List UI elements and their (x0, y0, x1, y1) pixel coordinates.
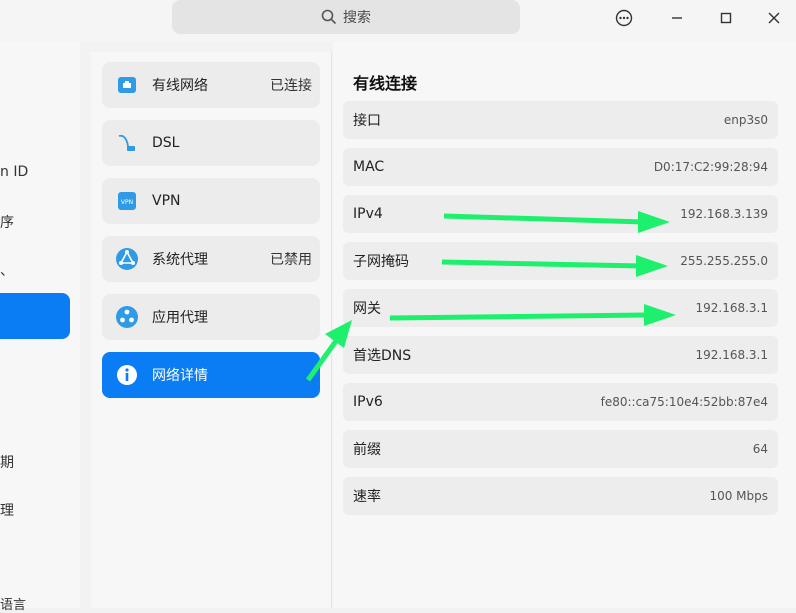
detail-key: IPv4 (353, 206, 383, 222)
wired-network-icon (114, 72, 140, 98)
minimize-icon (672, 17, 682, 19)
detail-key: 接口 (353, 113, 381, 129)
detail-key: 子网掩码 (353, 254, 409, 270)
detail-key: 速率 (353, 489, 381, 505)
sidebar-item-power[interactable]: 理 (0, 500, 14, 520)
detail-value: D0:17:C2:99:28:94 (653, 160, 768, 174)
menu-item-label: 网络详情 (152, 368, 208, 384)
menu-item-label: DSL (152, 135, 180, 151)
menu-item-label: 应用代理 (152, 310, 208, 326)
detail-row-gateway: 网关 192.168.3.1 (343, 289, 778, 327)
menu-item-app-proxy[interactable]: 应用代理 (102, 294, 320, 340)
close-button[interactable] (760, 6, 788, 30)
title-bar: 搜索 (0, 0, 796, 42)
maximize-icon (720, 12, 732, 24)
detail-key: IPv6 (353, 394, 383, 410)
sidebar-item-apps[interactable]: 序 (0, 212, 14, 232)
network-details-panel: 有线连接 接口 enp3s0 MAC D0:17:C2:99:28:94 IPv… (333, 42, 796, 608)
status-text: 已连接 (270, 78, 312, 94)
menu-item-network-details[interactable]: 网络详情 (102, 352, 320, 398)
menu-item-label: 有线网络 (152, 78, 208, 94)
detail-row-speed: 速率 100 Mbps (343, 477, 778, 515)
menu-button[interactable] (610, 6, 638, 30)
menu-item-label: 系统代理 (152, 252, 208, 268)
status-text: 已禁用 (270, 252, 312, 268)
app-proxy-icon (114, 304, 140, 330)
detail-value: 192.168.3.1 (695, 348, 768, 362)
sidebar-item-datetime[interactable]: 期 (0, 452, 14, 472)
detail-key: 首选DNS (353, 348, 412, 364)
details-title: 有线连接 (353, 74, 418, 93)
sidebar-item-language[interactable]: 语言 (0, 594, 26, 613)
network-menu: 有线网络 已连接 DSL VPN VPN 系统代理 已禁用 应用代理 网络详情 (91, 52, 332, 608)
detail-value: 255.255.255.0 (680, 254, 768, 268)
detail-key: 前缀 (353, 442, 381, 458)
menu-item-system-proxy[interactable]: 系统代理 已禁用 (102, 236, 320, 282)
system-proxy-icon (114, 246, 140, 272)
detail-row-subnet-mask: 子网掩码 255.255.255.0 (343, 242, 778, 280)
detail-value: 192.168.3.1 (695, 301, 768, 315)
detail-row-prefix: 前缀 64 (343, 430, 778, 468)
menu-item-vpn[interactable]: VPN VPN (102, 178, 320, 224)
info-icon (114, 362, 140, 388)
dsl-icon (114, 130, 140, 156)
menu-item-label: VPN (152, 193, 181, 209)
sidebar-item-union-id[interactable]: n ID (0, 164, 28, 180)
search-icon (321, 9, 337, 25)
settings-sidebar: n ID 序 、 期 理 语言 (0, 42, 80, 613)
detail-key: MAC (353, 159, 385, 175)
menu-item-dsl[interactable]: DSL (102, 120, 320, 166)
detail-row-ipv6: IPv6 fe80::ca75:10e4:52bb:87e4 (343, 383, 778, 421)
menu-item-wired[interactable]: 有线网络 已连接 (102, 62, 320, 108)
detail-value: 192.168.3.139 (680, 207, 768, 221)
maximize-button[interactable] (712, 6, 740, 30)
minimize-button[interactable] (663, 6, 691, 30)
svg-text:VPN: VPN (121, 199, 133, 206)
detail-value: enp3s0 (723, 113, 768, 127)
vpn-icon: VPN (114, 188, 140, 214)
menu-icon (615, 9, 633, 27)
detail-row-dns: 首选DNS 192.168.3.1 (343, 336, 778, 374)
search-box[interactable]: 搜索 (172, 0, 520, 34)
sidebar-item-network-active[interactable] (0, 293, 70, 339)
sidebar-item-3[interactable]: 、 (0, 260, 14, 280)
detail-row-interface: 接口 enp3s0 (343, 101, 778, 139)
detail-value: 64 (752, 442, 768, 456)
detail-row-ipv4: IPv4 192.168.3.139 (343, 195, 778, 233)
detail-row-mac: MAC D0:17:C2:99:28:94 (343, 148, 778, 186)
detail-value: 100 Mbps (709, 489, 768, 503)
detail-value: fe80::ca75:10e4:52bb:87e4 (600, 395, 768, 409)
close-icon (768, 12, 780, 24)
search-label: 搜索 (343, 10, 371, 26)
detail-key: 网关 (353, 301, 381, 317)
